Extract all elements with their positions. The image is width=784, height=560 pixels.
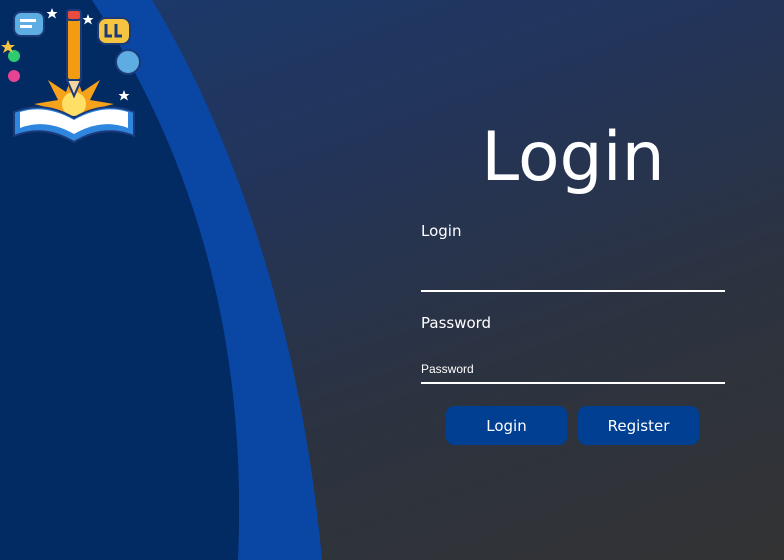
page-title: Login [481, 118, 665, 197]
register-button[interactable]: Register [578, 406, 699, 445]
login-button[interactable]: Login [446, 406, 567, 445]
open-book-pencil-chat-logo-icon [1, 8, 141, 144]
password-input[interactable] [421, 360, 725, 384]
login-field-label: Login [421, 222, 462, 240]
left-decoration-panel [0, 0, 340, 560]
password-field-label: Password [421, 314, 492, 332]
login-input[interactable] [421, 262, 725, 292]
